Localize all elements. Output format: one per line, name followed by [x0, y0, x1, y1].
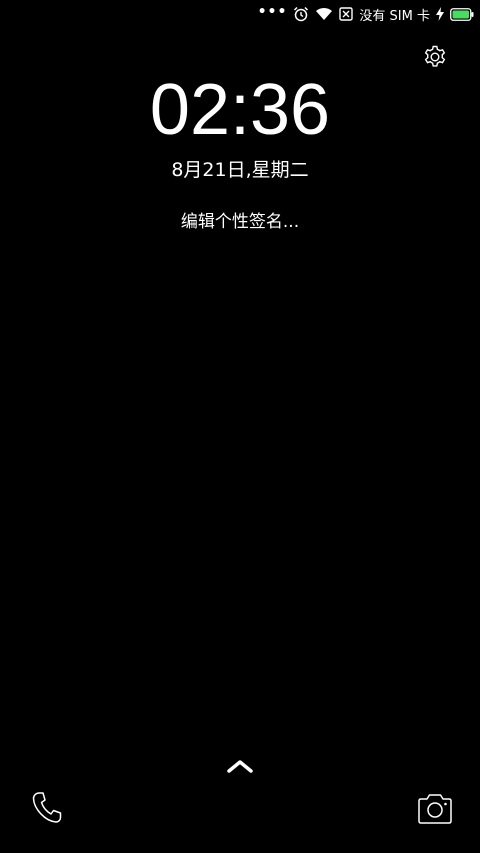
wifi-icon: [315, 7, 333, 21]
chevron-up-icon: [227, 760, 253, 773]
signature-edit-field[interactable]: 编辑个性签名...: [0, 210, 480, 234]
lock-clock: 02:36: [149, 70, 331, 150]
camera-icon: [418, 794, 452, 824]
swipe-up-handle[interactable]: [226, 756, 254, 776]
gear-icon: [424, 45, 446, 67]
alarm-icon: [293, 6, 309, 22]
camera-shortcut-button[interactable]: [416, 792, 454, 826]
notification-overflow-icon: •••: [257, 4, 288, 20]
battery-icon: [450, 7, 474, 21]
no-sim-icon: [339, 7, 354, 21]
charging-bolt-icon: [436, 7, 444, 21]
phone-icon: [32, 792, 62, 823]
carrier-label: 没有 SIM 卡: [359, 8, 430, 24]
phone-shortcut-button[interactable]: [30, 790, 64, 826]
status-bar: ••• 没有 SIM 卡: [258, 0, 480, 28]
settings-button[interactable]: [422, 44, 448, 70]
lock-date: 8月21日,星期二: [171, 159, 309, 181]
lock-screen: ••• 没有 SIM 卡 02:36 8月21日,星期二 编辑个性签名...: [0, 0, 480, 853]
